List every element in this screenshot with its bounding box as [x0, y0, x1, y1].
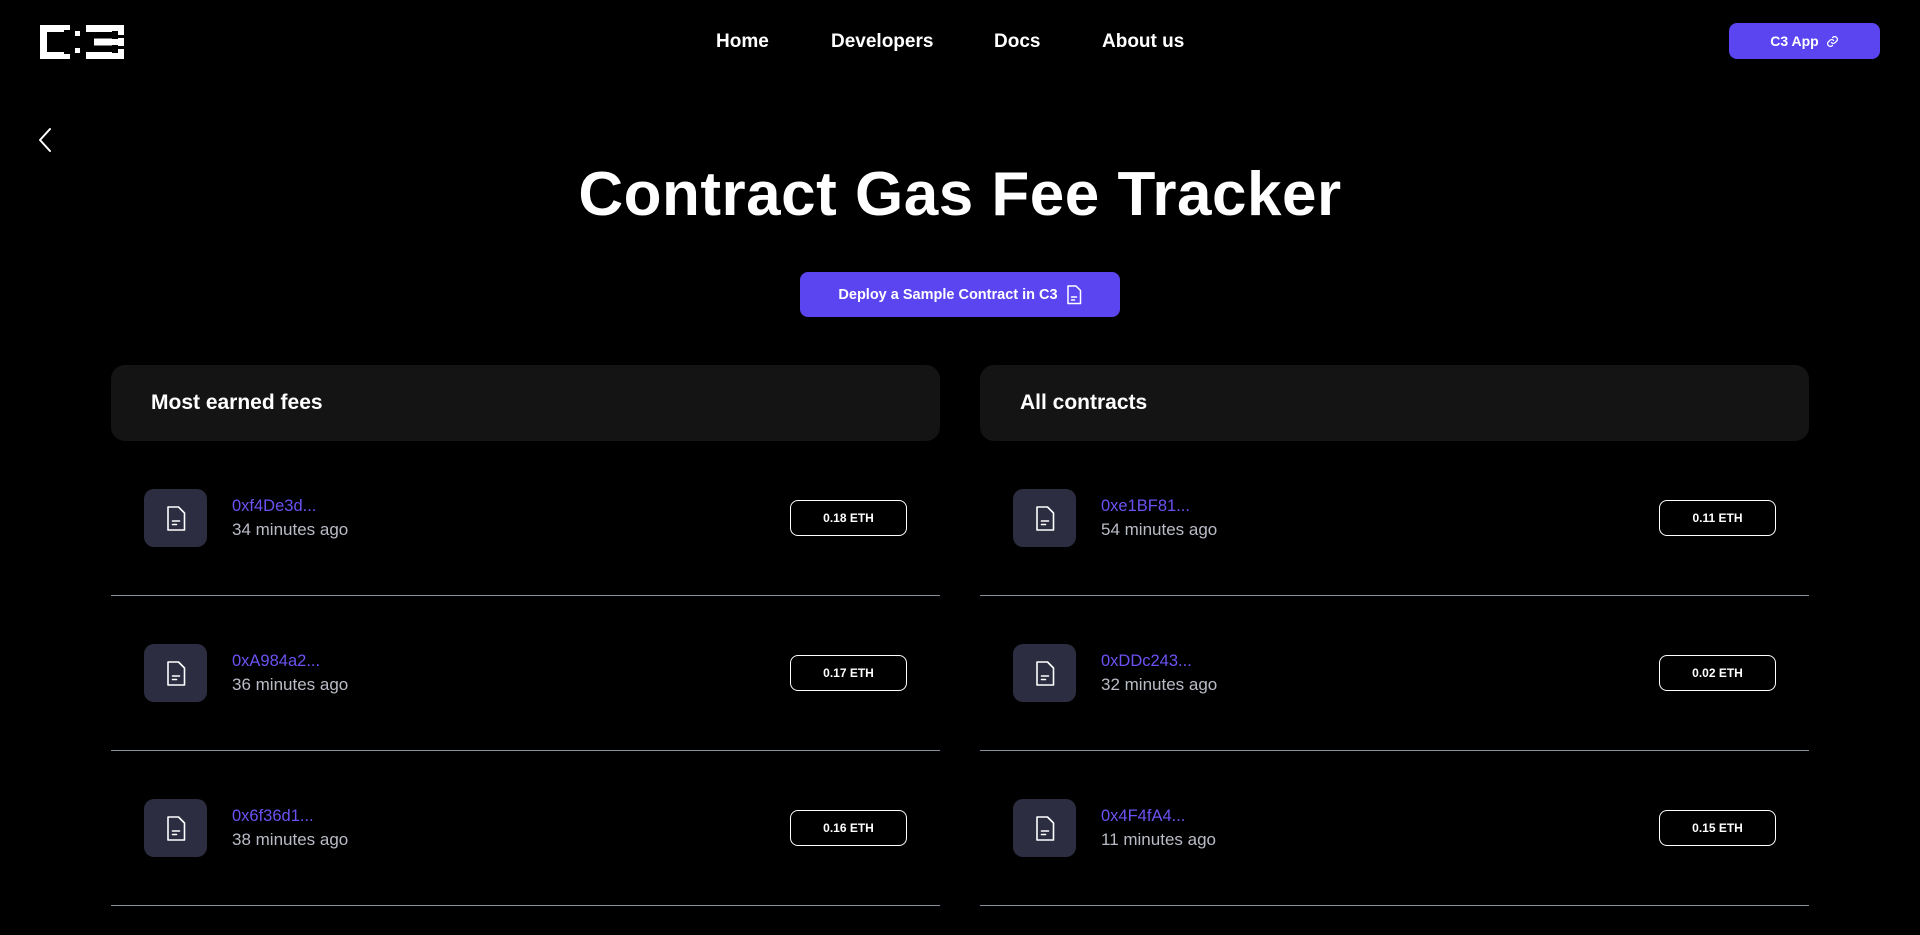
most-earned-fees-panel: Most earned fees 0xf4De3d... 34 minutes …	[111, 365, 940, 906]
back-button[interactable]	[34, 126, 56, 154]
fee-badge: 0.17 ETH	[790, 655, 907, 691]
link-icon	[1826, 35, 1838, 47]
contract-info: 0x6f36d1... 38 minutes ago	[232, 806, 348, 850]
document-icon	[166, 660, 185, 686]
contract-row[interactable]: 0x4F4fA4... 11 minutes ago 0.15 ETH	[980, 751, 1809, 906]
contract-row[interactable]: 0x6f36d1... 38 minutes ago 0.16 ETH	[111, 751, 940, 906]
document-icon	[1066, 284, 1081, 304]
contract-list: 0xf4De3d... 34 minutes ago 0.18 ETH 0xA9…	[111, 441, 940, 906]
chevron-left-icon	[39, 128, 51, 152]
document-icon	[166, 815, 185, 841]
contract-info: 0xe1BF81... 54 minutes ago	[1101, 496, 1217, 540]
contract-row[interactable]: 0xe1BF81... 54 minutes ago 0.11 ETH	[980, 441, 1809, 596]
fee-badge: 0.18 ETH	[790, 500, 907, 536]
deploy-sample-contract-button[interactable]: Deploy a Sample Contract in C3	[800, 272, 1120, 317]
panel-title: Most earned fees	[111, 365, 940, 441]
contract-row[interactable]: 0xf4De3d... 34 minutes ago 0.18 ETH	[111, 441, 940, 596]
contract-address-link[interactable]: 0xDDc243...	[1101, 651, 1217, 671]
contract-info: 0x4F4fA4... 11 minutes ago	[1101, 806, 1216, 850]
document-icon	[1035, 660, 1054, 686]
fee-badge: 0.11 ETH	[1659, 500, 1776, 536]
document-icon	[1035, 815, 1054, 841]
fee-badge: 0.02 ETH	[1659, 655, 1776, 691]
fee-badge: 0.16 ETH	[790, 810, 907, 846]
contract-row[interactable]: 0xA984a2... 36 minutes ago 0.17 ETH	[111, 596, 940, 751]
contract-row[interactable]: 0xDDc243... 32 minutes ago 0.02 ETH	[980, 596, 1809, 751]
contract-icon-tile	[1013, 644, 1076, 702]
panel-title: All contracts	[980, 365, 1809, 441]
page-title: Contract Gas Fee Tracker	[578, 160, 1342, 229]
contract-info: 0xDDc243... 32 minutes ago	[1101, 651, 1217, 695]
page: Home Developers Docs About us C3 App Con…	[0, 0, 1920, 935]
contract-time: 34 minutes ago	[232, 520, 349, 539]
deploy-button-label: Deploy a Sample Contract in C3	[838, 286, 1058, 303]
nav-developers[interactable]: Developers	[831, 28, 933, 56]
nav-docs[interactable]: Docs	[994, 28, 1040, 56]
nav-about-us[interactable]: About us	[1102, 28, 1184, 56]
fee-badge: 0.15 ETH	[1659, 810, 1776, 846]
contract-info: 0xf4De3d... 34 minutes ago	[232, 496, 348, 540]
contract-icon-tile	[144, 799, 207, 857]
contract-list: 0xe1BF81... 54 minutes ago 0.11 ETH 0xDD…	[980, 441, 1809, 906]
document-icon	[166, 505, 185, 531]
contract-address-link[interactable]: 0xe1BF81...	[1101, 496, 1217, 516]
contract-address-link[interactable]: 0xf4De3d...	[232, 496, 348, 516]
contract-time: 36 minutes ago	[232, 675, 349, 694]
contract-info: 0xA984a2... 36 minutes ago	[232, 651, 348, 695]
c3-app-button[interactable]: C3 App	[1729, 23, 1880, 59]
contract-time: 54 minutes ago	[1101, 520, 1218, 539]
c3-app-button-label: C3 App	[1770, 33, 1819, 49]
contract-icon-tile	[144, 644, 207, 702]
contract-address-link[interactable]: 0x6f36d1...	[232, 806, 348, 826]
contract-icon-tile	[144, 489, 207, 547]
contract-address-link[interactable]: 0x4F4fA4...	[1101, 806, 1216, 826]
document-icon	[1035, 505, 1054, 531]
all-contracts-panel: All contracts 0xe1BF81... 54 minutes ago…	[980, 365, 1809, 906]
main-nav: Home Developers Docs About us	[0, 28, 1920, 58]
nav-home[interactable]: Home	[716, 28, 769, 56]
contract-icon-tile	[1013, 489, 1076, 547]
contract-time: 38 minutes ago	[232, 830, 349, 849]
contract-time: 11 minutes ago	[1101, 830, 1216, 849]
contract-icon-tile	[1013, 799, 1076, 857]
contract-time: 32 minutes ago	[1101, 675, 1218, 694]
contract-address-link[interactable]: 0xA984a2...	[232, 651, 348, 671]
